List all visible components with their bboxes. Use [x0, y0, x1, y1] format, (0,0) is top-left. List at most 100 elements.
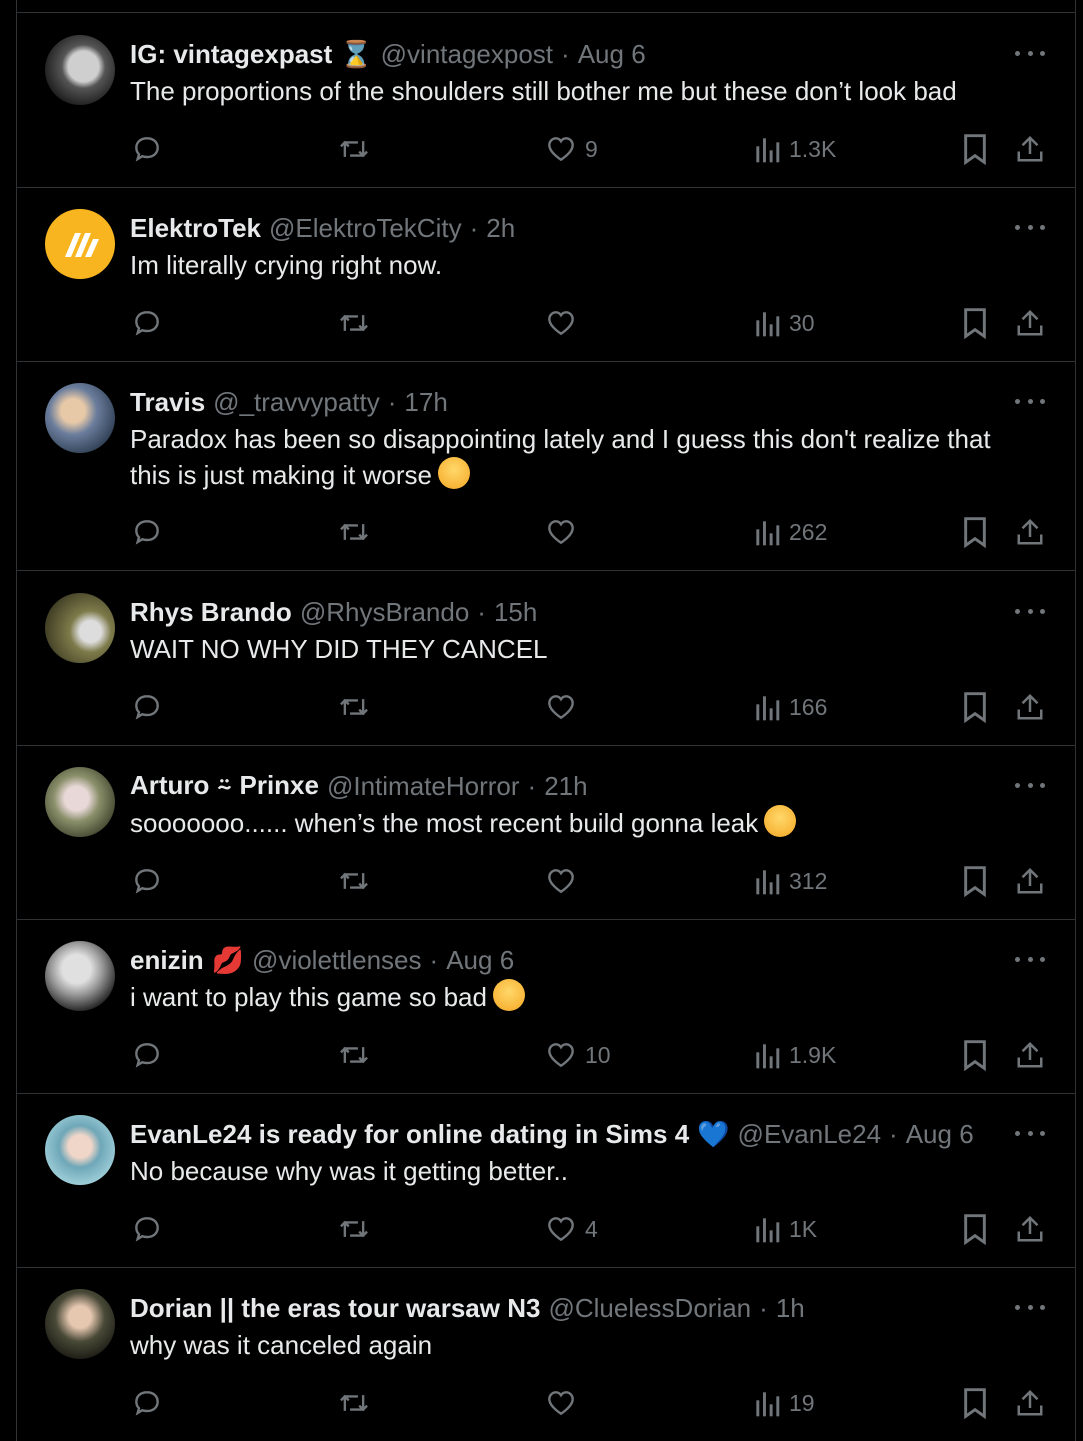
timestamp[interactable]: 1h [776, 1293, 805, 1324]
like-button[interactable] [545, 512, 577, 552]
bookmark-button[interactable] [961, 512, 989, 552]
repost-button[interactable] [337, 1209, 371, 1249]
reply-button[interactable] [131, 303, 163, 343]
bookmark-button[interactable] [961, 1383, 989, 1423]
author-name[interactable]: IG: vintagexpast [130, 39, 332, 70]
share-button[interactable] [1015, 512, 1045, 552]
post[interactable]: ElektroTek @ElektroTekCity · 2h Im liter… [17, 187, 1075, 362]
timestamp[interactable]: 15h [494, 597, 537, 628]
like-button[interactable]: 4 [545, 1209, 598, 1249]
like-button[interactable] [545, 1383, 577, 1423]
reply-button[interactable] [131, 512, 163, 552]
like-button[interactable] [545, 861, 577, 901]
share-button[interactable] [1015, 1383, 1045, 1423]
author-name[interactable]: Dorian || the eras tour warsaw N3 [130, 1293, 540, 1324]
author-name[interactable]: Travis [130, 387, 205, 418]
separator: · [469, 212, 479, 243]
author-name[interactable]: EvanLe24 is ready for online dating in S… [130, 1119, 689, 1150]
timestamp[interactable]: Aug 6 [446, 945, 514, 976]
more-options-icon[interactable] [1015, 601, 1045, 621]
repost-button[interactable] [337, 861, 371, 901]
share-button[interactable] [1015, 129, 1045, 169]
reply-button[interactable] [131, 687, 163, 727]
avatar[interactable] [45, 1289, 115, 1359]
reply-button[interactable] [131, 1035, 163, 1075]
avatar[interactable] [45, 1115, 115, 1185]
share-button[interactable] [1015, 1035, 1045, 1075]
more-options-icon[interactable] [1015, 391, 1045, 411]
timestamp[interactable]: 2h [486, 213, 515, 244]
author-handle[interactable]: @CluelessDorian [548, 1293, 751, 1324]
post-text: why was it canceled again [130, 1327, 1035, 1363]
repost-button[interactable] [337, 1035, 371, 1075]
author-handle[interactable]: @_travvypatty [213, 387, 380, 418]
more-options-icon[interactable] [1015, 949, 1045, 969]
views-button[interactable]: 1K [753, 1209, 817, 1249]
author-name[interactable]: enizin [130, 945, 204, 976]
repost-button[interactable] [337, 129, 371, 169]
author-handle[interactable]: @vintagexpost [381, 39, 553, 70]
post[interactable]: IG: vintagexpast ⌛ @vintagexpost · Aug 6… [17, 13, 1075, 188]
post[interactable]: EvanLe24 is ready for online dating in S… [17, 1093, 1075, 1268]
bookmark-button[interactable] [961, 1209, 989, 1249]
post[interactable]: Travis @_travvypatty · 17h Paradox has b… [17, 361, 1075, 571]
bookmark-button[interactable] [961, 129, 989, 169]
bookmark-button[interactable] [961, 861, 989, 901]
avatar[interactable] [45, 767, 115, 837]
views-button[interactable]: 1.9K [753, 1035, 836, 1075]
repost-button[interactable] [337, 303, 371, 343]
post[interactable]: enizin 💋 @violettlenses · Aug 6 i want t… [17, 919, 1075, 1094]
more-options-icon[interactable] [1015, 43, 1045, 63]
author-name[interactable]: ElektroTek [130, 213, 261, 244]
avatar[interactable] [45, 941, 115, 1011]
author-handle[interactable]: @EvanLe24 [738, 1119, 882, 1150]
author-handle[interactable]: @ElektroTekCity [269, 213, 462, 244]
author-name[interactable]: Arturo ⍨ Prinxe [130, 770, 319, 802]
reply-button[interactable] [131, 129, 163, 169]
more-options-icon[interactable] [1015, 1297, 1045, 1317]
avatar[interactable] [45, 209, 115, 279]
reply-icon [135, 1391, 159, 1416]
like-button[interactable]: 10 [545, 1035, 611, 1075]
reply-button[interactable] [131, 1383, 163, 1423]
views-button[interactable]: 1.3K [753, 129, 836, 169]
bookmark-button[interactable] [961, 687, 989, 727]
more-options-icon[interactable] [1015, 1123, 1045, 1143]
like-button[interactable]: 9 [545, 129, 598, 169]
post[interactable]: Rhys Brando @RhysBrando · 15h WAIT NO WH… [17, 571, 1075, 746]
author-handle[interactable]: @IntimateHorror [327, 771, 520, 802]
timestamp[interactable]: 17h [404, 387, 447, 418]
avatar[interactable] [45, 35, 115, 105]
like-button[interactable] [545, 303, 577, 343]
bookmark-button[interactable] [961, 1035, 989, 1075]
share-button[interactable] [1015, 687, 1045, 727]
author-handle[interactable]: @RhysBrando [300, 597, 469, 628]
post[interactable]: Arturo ⍨ Prinxe @IntimateHorror · 21h so… [17, 745, 1075, 920]
more-options-icon[interactable] [1015, 775, 1045, 795]
views-button[interactable]: 30 [753, 303, 815, 343]
repost-button[interactable] [337, 512, 371, 552]
author-name[interactable]: Rhys Brando [130, 597, 292, 628]
bookmark-button[interactable] [961, 303, 989, 343]
post[interactable]: Dorian || the eras tour warsaw N3 @Cluel… [17, 1267, 1075, 1441]
repost-icon [340, 314, 368, 332]
reply-button[interactable] [131, 861, 163, 901]
views-button[interactable]: 19 [753, 1383, 815, 1423]
views-button[interactable]: 166 [753, 687, 827, 727]
timestamp[interactable]: Aug 6 [906, 1119, 974, 1150]
views-button[interactable]: 312 [753, 861, 827, 901]
avatar[interactable] [45, 383, 115, 453]
views-button[interactable]: 262 [753, 512, 827, 552]
reply-button[interactable] [131, 1209, 163, 1249]
repost-button[interactable] [337, 687, 371, 727]
share-button[interactable] [1015, 861, 1045, 901]
repost-button[interactable] [337, 1383, 371, 1423]
timestamp[interactable]: Aug 6 [578, 39, 646, 70]
share-button[interactable] [1015, 303, 1045, 343]
share-button[interactable] [1015, 1209, 1045, 1249]
like-button[interactable] [545, 687, 577, 727]
author-handle[interactable]: @violettlenses [252, 945, 421, 976]
avatar[interactable] [45, 593, 115, 663]
more-options-icon[interactable] [1015, 217, 1045, 237]
timestamp[interactable]: 21h [544, 771, 587, 802]
